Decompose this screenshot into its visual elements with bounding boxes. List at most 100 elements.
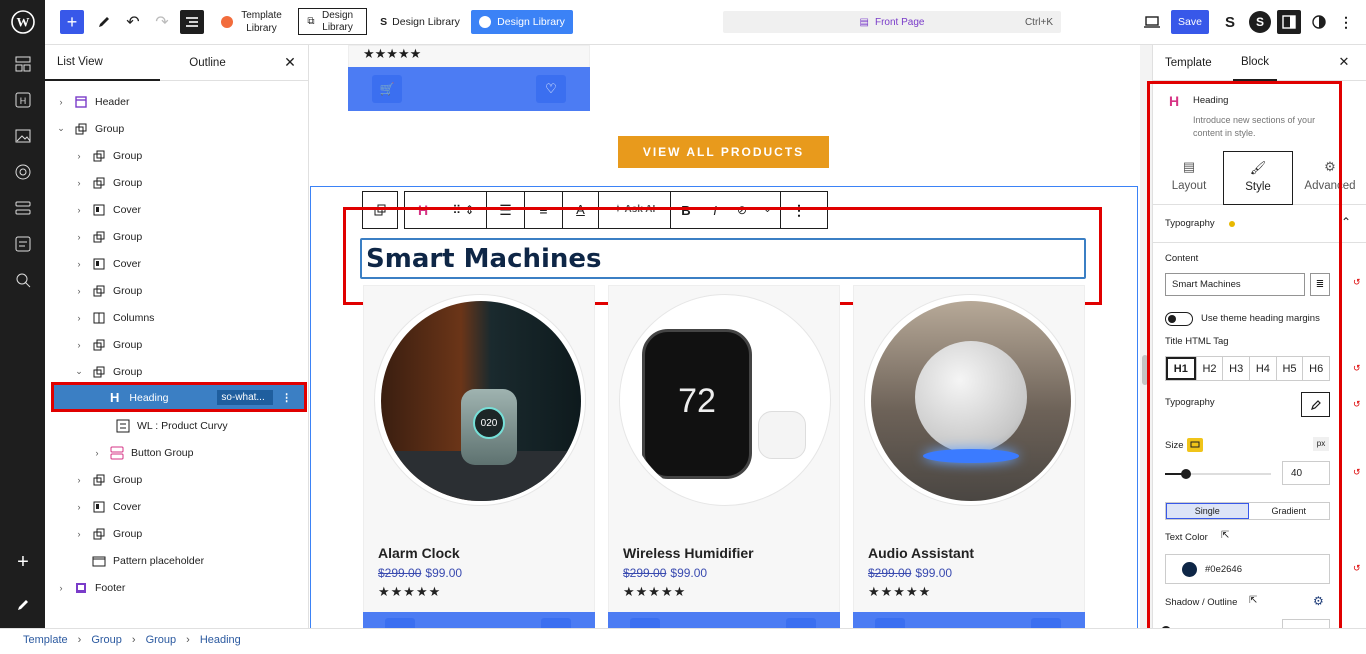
chevron-up-icon[interactable]: ⌃ [1341, 215, 1351, 229]
wordpress-logo-icon[interactable]: W [11, 10, 35, 34]
chevron-right-icon[interactable]: › [91, 448, 103, 458]
svg-text:H: H [20, 96, 27, 106]
reset-icon[interactable]: ↺ [1353, 563, 1361, 574]
breadcrumb-item[interactable]: Group [91, 634, 122, 646]
layout-icon[interactable] [11, 52, 35, 76]
chevron-right-icon[interactable]: › [73, 151, 85, 161]
view-all-products-button[interactable]: VIEW ALL PRODUCTS [618, 136, 829, 168]
breadcrumb-item[interactable]: Group [146, 634, 177, 646]
product-image-frame: 72 [619, 294, 831, 506]
chevron-right-icon[interactable]: › [73, 259, 85, 269]
heart-icon[interactable]: ♡ [536, 75, 566, 103]
reset-icon[interactable]: ↺ [1353, 363, 1361, 374]
design-library-button-3[interactable]: Design Library [471, 10, 573, 34]
chevron-down-icon[interactable]: ⌄ [73, 366, 85, 377]
design-library-logo-icon [479, 16, 492, 28]
list-item[interactable]: › Group [45, 466, 309, 493]
heart-icon[interactable] [541, 618, 571, 628]
reset-icon[interactable]: ↺ [1353, 399, 1361, 410]
tab-block[interactable]: Block [1233, 45, 1277, 81]
svg-text:W: W [17, 15, 30, 30]
list-item[interactable]: › Header [45, 88, 309, 115]
design-library-icon: ⧉ [307, 15, 315, 27]
block-inserter-button[interactable]: + [60, 10, 84, 34]
chevron-right-icon[interactable]: › [73, 475, 85, 485]
chevron-right-icon[interactable]: › [73, 313, 85, 323]
list-item[interactable]: › Footer [45, 574, 309, 601]
list-item[interactable]: › Group [45, 142, 309, 169]
list-view-panel: List View Outline ✕ › Header ⌄ Group › Grou… [45, 45, 309, 628]
card-action-bar [608, 612, 840, 628]
cart-icon[interactable] [385, 618, 415, 628]
list-item[interactable]: ⌄ Group [45, 115, 309, 142]
command-palette[interactable]: ▤ Front Page Ctrl+K [723, 11, 1061, 33]
chevron-right-icon[interactable]: › [73, 232, 85, 242]
chevron-right-icon[interactable]: › [73, 529, 85, 539]
list-item[interactable]: › Columns [45, 304, 309, 331]
breadcrumb-item[interactable]: Heading [200, 634, 241, 646]
tab-list-view[interactable]: List View [45, 45, 160, 81]
list-item[interactable]: WL : Product Curvy [45, 412, 309, 439]
cart-icon[interactable] [875, 618, 905, 628]
reset-icon[interactable]: ↺ [1353, 277, 1361, 288]
group-icon [91, 148, 107, 164]
product-name[interactable]: Audio Assistant [868, 545, 974, 561]
chevron-right-icon: › [77, 634, 82, 646]
list-item[interactable]: › Group [45, 169, 309, 196]
settings-sidebar-toggle[interactable] [1277, 10, 1301, 34]
heart-icon[interactable] [1031, 618, 1061, 628]
design-library-button-2[interactable]: S Design Library [375, 10, 465, 34]
rating-stars: ★★★★★ [363, 46, 422, 61]
spectra-icon[interactable]: S [1219, 11, 1241, 33]
list-item[interactable]: › Group [45, 331, 309, 358]
device-preview-icon[interactable] [1141, 12, 1163, 32]
tab-outline[interactable]: Outline [160, 45, 255, 81]
tab-template[interactable]: Template [1165, 45, 1212, 81]
chevron-right-icon[interactable]: › [73, 502, 85, 512]
list-item[interactable]: › Button Group [45, 439, 309, 466]
list-view-tabs: List View Outline ✕ [45, 45, 309, 81]
chevron-right-icon[interactable]: › [73, 178, 85, 188]
add-icon[interactable]: + [11, 550, 35, 574]
cart-icon[interactable]: 🛒 [372, 75, 402, 103]
chevron-right-icon[interactable]: › [55, 97, 67, 107]
chevron-right-icon[interactable]: › [73, 286, 85, 296]
reset-icon[interactable]: ↺ [1353, 467, 1361, 478]
close-icon[interactable]: ✕ [1335, 54, 1353, 72]
list-item[interactable]: Pattern placeholder [45, 547, 309, 574]
list-item[interactable]: › Group [45, 520, 309, 547]
list-item[interactable]: ⌄ Group [45, 358, 309, 385]
product-name[interactable]: Wireless Humidifier [623, 545, 754, 561]
stack-icon[interactable] [11, 196, 35, 220]
design-library-button-1[interactable]: ⧉ Design Library [298, 8, 367, 35]
template-library-button[interactable]: Template Library [217, 6, 289, 38]
document-overview-button[interactable] [180, 10, 204, 34]
list-item[interactable]: › Cover [45, 493, 309, 520]
save-button[interactable]: Save [1171, 10, 1209, 34]
target-icon[interactable] [11, 160, 35, 184]
image-icon[interactable] [11, 124, 35, 148]
heart-icon[interactable] [786, 618, 816, 628]
cart-icon[interactable] [630, 618, 660, 628]
pencil-icon[interactable] [11, 593, 35, 617]
chevron-right-icon[interactable]: › [73, 340, 85, 350]
undo-icon[interactable]: ↶ [122, 11, 144, 33]
pointer-search-icon[interactable] [11, 268, 35, 292]
close-icon[interactable]: ✕ [281, 54, 299, 72]
list-item[interactable]: › Cover [45, 250, 309, 277]
form-icon[interactable] [11, 232, 35, 256]
chevron-right-icon[interactable]: › [55, 583, 67, 593]
pencil-tool-icon[interactable] [93, 11, 115, 33]
list-item[interactable]: › Group [45, 223, 309, 250]
heading-block-icon[interactable]: H [11, 88, 35, 112]
chevron-right-icon[interactable]: › [73, 205, 85, 215]
options-menu-icon[interactable]: ⋮ [1337, 11, 1355, 33]
chevron-down-icon[interactable]: ⌄ [55, 123, 67, 134]
product-name[interactable]: Alarm Clock [378, 545, 460, 561]
plugin-s-icon[interactable]: S [1249, 11, 1271, 33]
redo-icon[interactable]: ↷ [151, 11, 173, 33]
styles-icon[interactable] [1308, 11, 1330, 33]
list-item[interactable]: › Group [45, 277, 309, 304]
list-item[interactable]: › Cover [45, 196, 309, 223]
breadcrumb-item[interactable]: Template [23, 634, 68, 646]
